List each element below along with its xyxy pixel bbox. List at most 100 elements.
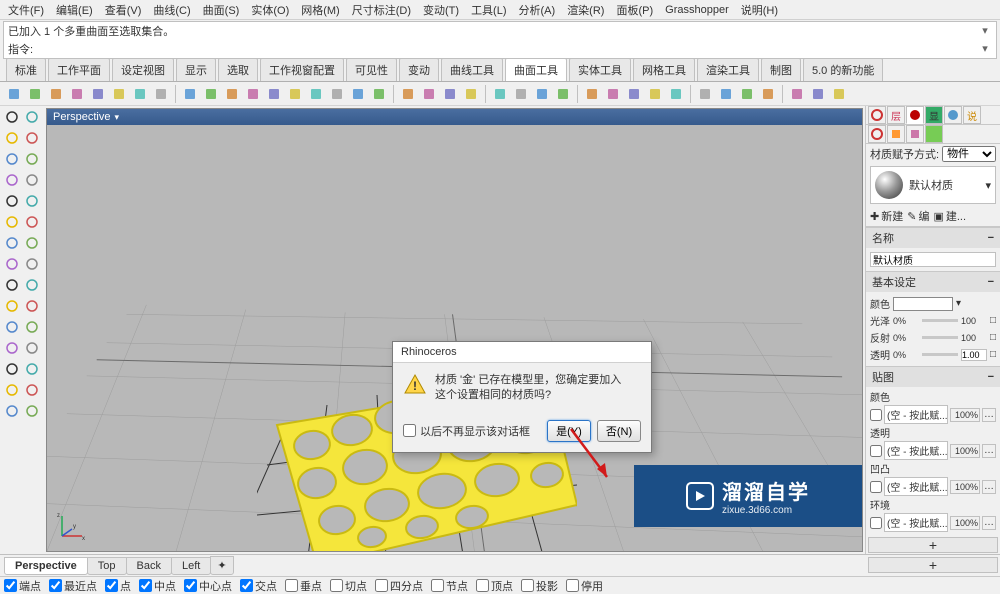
perspective-viewport[interactable]: z x y Rhinoceros ! 材质 '金' 已存在模型里，您确定要加入 … xyxy=(47,125,862,551)
osnap-节点[interactable]: 节点 xyxy=(431,578,468,594)
surface-fit-icon[interactable] xyxy=(461,84,481,104)
surface-drape-icon[interactable] xyxy=(151,84,171,104)
polygon-icon[interactable] xyxy=(23,213,41,231)
surface-trim-icon[interactable] xyxy=(327,84,347,104)
map-enable-checkbox[interactable] xyxy=(870,409,882,421)
surface-edge-icon[interactable] xyxy=(695,84,715,104)
command-options-icon[interactable]: ▾ xyxy=(978,24,992,38)
menu-item[interactable]: 实体(O) xyxy=(245,0,295,20)
map-percent-field[interactable]: 100% xyxy=(950,480,980,494)
menu-item[interactable]: 面板(P) xyxy=(610,0,659,20)
toolbar-tab[interactable]: 曲面工具 xyxy=(505,58,567,81)
osnap-切点[interactable]: 切点 xyxy=(330,578,367,594)
menu-item[interactable]: 查看(V) xyxy=(99,0,148,20)
render-material-icon[interactable] xyxy=(829,84,849,104)
viewport-tab[interactable]: Top xyxy=(87,557,127,575)
menu-item[interactable]: 工具(L) xyxy=(465,0,512,20)
map-path-field[interactable]: (空 - 按此赋... xyxy=(884,477,948,496)
trim-icon[interactable] xyxy=(3,339,21,357)
surface-squish-icon[interactable] xyxy=(553,84,573,104)
panel-tab-materials[interactable] xyxy=(906,106,924,124)
menu-item[interactable]: 网格(M) xyxy=(295,0,346,20)
circle-icon[interactable] xyxy=(3,171,21,189)
map-browse-button[interactable]: … xyxy=(982,516,996,530)
pipe-icon[interactable] xyxy=(23,318,41,336)
osnap-checkbox[interactable] xyxy=(49,579,62,592)
collapse-icon[interactable]: − xyxy=(988,276,994,288)
surface-match-icon[interactable] xyxy=(264,84,284,104)
surface-extrude-icon[interactable] xyxy=(4,84,24,104)
toolbar-tab[interactable]: 工作视窗配置 xyxy=(260,58,344,81)
surface-flowsrf-icon[interactable] xyxy=(603,84,623,104)
map-browse-button[interactable]: … xyxy=(982,408,996,422)
material-assign-select[interactable]: 物件 xyxy=(942,146,996,162)
toolbar-tab[interactable]: 网格工具 xyxy=(633,58,695,81)
toolbar-tab[interactable]: 显示 xyxy=(176,58,216,81)
command-input[interactable] xyxy=(37,43,978,55)
surface-flatten-icon[interactable] xyxy=(511,84,531,104)
viewport-tab[interactable]: Perspective xyxy=(4,557,88,575)
yes-button[interactable]: 是(Y) xyxy=(547,420,591,442)
command-dropdown-icon[interactable]: ▾ xyxy=(978,42,992,56)
toolbar-tab[interactable]: 设定视图 xyxy=(112,58,174,81)
viewport-tab[interactable]: Back xyxy=(126,557,172,575)
toolbar-tab[interactable]: 工作平面 xyxy=(48,58,110,81)
surface-direction-icon[interactable] xyxy=(737,84,757,104)
toolbar-tab[interactable]: 标准 xyxy=(6,58,46,81)
osnap-checkbox[interactable] xyxy=(431,579,444,592)
panel-tab-layers[interactable]: 层 xyxy=(887,106,905,124)
map-enable-checkbox[interactable] xyxy=(870,445,882,457)
surface-setpt-icon[interactable] xyxy=(582,84,602,104)
map-percent-field[interactable]: 100% xyxy=(950,408,980,422)
surface-untrim-icon[interactable] xyxy=(369,84,389,104)
map-enable-checkbox[interactable] xyxy=(870,517,882,529)
map-path-field[interactable]: (空 - 按此赋... xyxy=(884,513,948,532)
extrude-icon[interactable] xyxy=(3,318,21,336)
pointer-icon[interactable] xyxy=(3,108,21,126)
menu-item[interactable]: 渲染(R) xyxy=(561,0,610,20)
material-type-env[interactable] xyxy=(925,125,943,143)
viewport-titlebar[interactable]: Perspective ▾ xyxy=(47,109,862,125)
cone-icon[interactable] xyxy=(23,297,41,315)
render-shade-icon[interactable] xyxy=(808,84,828,104)
material-type-basic[interactable] xyxy=(868,125,886,143)
osnap-checkbox[interactable] xyxy=(375,579,388,592)
collapse-icon[interactable]: − xyxy=(988,232,994,244)
toolbar-tab[interactable]: 选取 xyxy=(218,58,258,81)
panel-tab-display[interactable]: 显 xyxy=(925,106,943,124)
plane-icon[interactable] xyxy=(23,129,41,147)
surface-pull-icon[interactable] xyxy=(666,84,686,104)
color-swatch[interactable] xyxy=(893,297,953,311)
osnap-checkbox[interactable] xyxy=(476,579,489,592)
hatch-icon[interactable] xyxy=(3,402,21,420)
no-button[interactable]: 否(N) xyxy=(597,420,641,442)
lasso-icon[interactable] xyxy=(23,108,41,126)
surface-network-icon[interactable] xyxy=(109,84,129,104)
menu-item[interactable]: 变动(T) xyxy=(417,0,465,20)
reflect-more-button[interactable]: □ xyxy=(990,332,996,343)
map-enable-checkbox[interactable] xyxy=(870,481,882,493)
add-viewport-tab[interactable]: ✦ xyxy=(210,556,233,575)
reflect-slider[interactable] xyxy=(922,336,958,339)
osnap-投影[interactable]: 投影 xyxy=(521,578,558,594)
toolbar-tab[interactable]: 渲染工具 xyxy=(697,58,759,81)
ellipse-icon[interactable] xyxy=(3,234,21,252)
menu-item[interactable]: 分析(A) xyxy=(513,0,562,20)
surface-sweep2-icon[interactable] xyxy=(67,84,87,104)
material-build-button[interactable]: ▣ 建... xyxy=(933,208,966,224)
box-icon[interactable] xyxy=(3,276,21,294)
surface-loft-icon[interactable] xyxy=(25,84,45,104)
curve-icon[interactable] xyxy=(23,192,41,210)
osnap-交点[interactable]: 交点 xyxy=(240,578,277,594)
split-icon[interactable] xyxy=(23,339,41,357)
chamfer-icon[interactable] xyxy=(23,360,41,378)
surface-revolve-icon[interactable] xyxy=(88,84,108,104)
map-percent-field[interactable]: 100% xyxy=(950,444,980,458)
gloss-more-button[interactable]: □ xyxy=(990,315,996,326)
menu-item[interactable]: 编辑(E) xyxy=(50,0,99,20)
text-icon[interactable] xyxy=(3,381,21,399)
surface-orient-icon[interactable] xyxy=(624,84,644,104)
osnap-停用[interactable]: 停用 xyxy=(566,578,603,594)
osnap-点[interactable]: 点 xyxy=(105,578,131,594)
surface-shrink-icon[interactable] xyxy=(419,84,439,104)
